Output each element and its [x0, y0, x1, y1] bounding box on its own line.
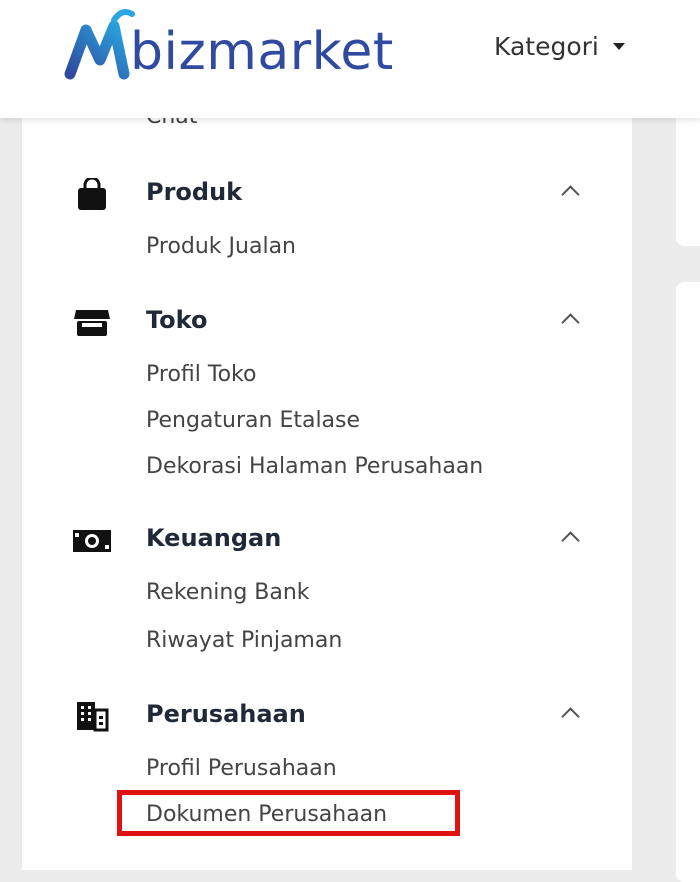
content-card-bottom	[676, 282, 700, 882]
sidebar-item-profil-toko[interactable]: Profil Toko	[146, 362, 256, 387]
chevron-up-icon[interactable]	[561, 313, 580, 332]
caret-down-icon	[612, 42, 625, 50]
chevron-up-icon[interactable]	[561, 531, 580, 550]
sidebar-item-profil-perusahaan[interactable]: Profil Perusahaan	[146, 756, 337, 781]
building-icon	[77, 702, 109, 732]
section-toko[interactable]: Toko	[22, 302, 632, 342]
kategori-label: Kategori	[494, 31, 599, 61]
store-icon	[74, 310, 110, 336]
money-icon	[73, 530, 111, 552]
section-perusahaan[interactable]: Perusahaan	[22, 696, 632, 736]
sidebar-item-dekorasi-halaman[interactable]: Dekorasi Halaman Perusahaan	[146, 454, 483, 479]
shopping-bag-icon	[78, 178, 106, 210]
section-title-keuangan: Keuangan	[146, 524, 282, 552]
section-keuangan[interactable]: Keuangan	[22, 520, 632, 560]
top-header: bizmarket Kategori	[0, 0, 700, 118]
highlight-annotation-box	[117, 790, 460, 836]
chevron-up-icon[interactable]	[561, 185, 580, 204]
section-title-toko: Toko	[146, 306, 208, 334]
section-title-produk: Produk	[146, 178, 243, 206]
content-card-top	[676, 100, 700, 246]
section-title-perusahaan: Perusahaan	[146, 700, 306, 728]
seller-sidebar: Chat Produk Produk Jualan Toko Profil To…	[22, 100, 632, 870]
sidebar-item-riwayat-pinjaman[interactable]: Riwayat Pinjaman	[146, 628, 342, 653]
kategori-dropdown[interactable]: Kategori	[494, 28, 625, 64]
bizmarket-logo[interactable]: bizmarket	[62, 4, 422, 94]
logo-text: bizmarket	[130, 22, 394, 82]
section-produk[interactable]: Produk	[22, 174, 632, 214]
sidebar-item-rekening-bank[interactable]: Rekening Bank	[146, 580, 310, 605]
sidebar-item-produk-jualan[interactable]: Produk Jualan	[146, 234, 296, 259]
sidebar-item-pengaturan-etalase[interactable]: Pengaturan Etalase	[146, 408, 360, 433]
chevron-up-icon[interactable]	[561, 707, 580, 726]
